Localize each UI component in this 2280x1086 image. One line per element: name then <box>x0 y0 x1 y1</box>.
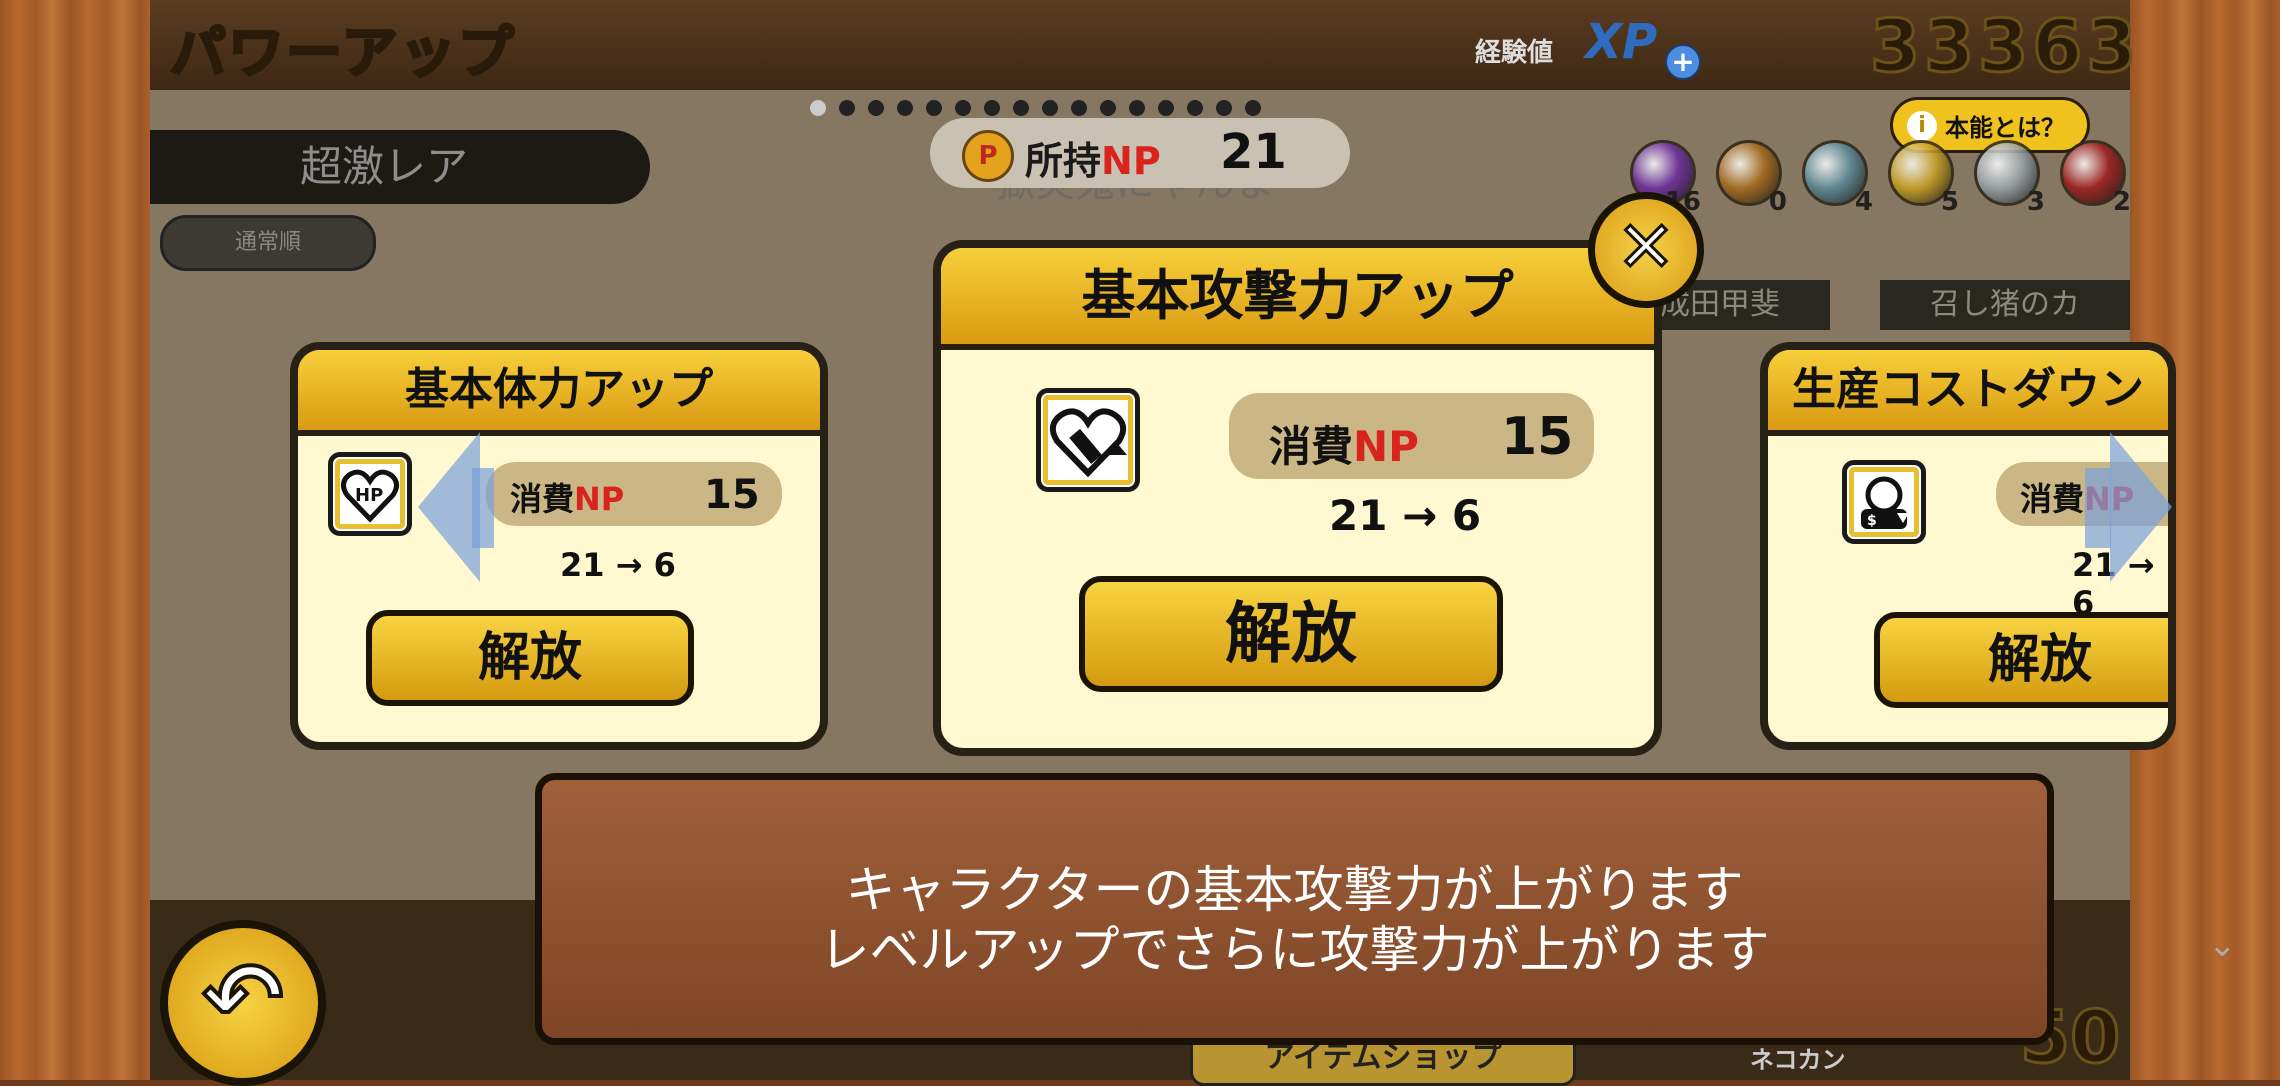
card-title: 基本攻撃力アップ <box>941 248 1654 350</box>
page-dot <box>810 100 826 116</box>
cost-label-text: 消費 <box>1269 422 1354 471</box>
chevron-down-icon: ⌄ <box>2208 925 2237 965</box>
page-dot <box>1129 100 1145 116</box>
page-dot <box>1216 100 1232 116</box>
close-icon[interactable]: ✕ <box>1588 192 1704 308</box>
orb-count: 4 <box>1854 187 1873 217</box>
talent-orbs: 16 0 4 5 3 2 <box>1630 140 2131 217</box>
cost-value: 15 <box>1501 407 1574 467</box>
attack-heart-sword-icon <box>1036 388 1140 492</box>
np-coin-icon: P <box>962 130 1014 182</box>
cost-pill: 消費NP 15 <box>486 462 782 526</box>
back-arrow-icon[interactable]: ↶ <box>160 920 326 1086</box>
np-transition: 21 → 6 <box>560 546 676 584</box>
release-button-hp[interactable]: 解放 <box>366 610 694 706</box>
page-dot <box>984 100 1000 116</box>
orb-count: 3 <box>2026 187 2045 217</box>
xp-badge: XP <box>1585 14 1658 70</box>
talent-orb: 4 <box>1802 140 1873 217</box>
description-line-2: レベルアップでさらに攻撃力が上がります <box>819 921 1770 979</box>
hp-heart-icon: HP <box>328 452 412 536</box>
cost-pill: 消費NP 15 <box>1229 393 1594 479</box>
talent-card-hp[interactable]: 基本体力アップ HP 消費NP 15 21 → 6 解放 <box>290 342 828 750</box>
page-dot <box>955 100 971 116</box>
rarity-label: 超激レア <box>150 130 650 204</box>
card-title: 基本体力アップ <box>298 350 820 436</box>
owned-np-display: P 所持NP 21 <box>930 118 1350 188</box>
orb-count: 0 <box>1768 187 1787 217</box>
card-title: 生産コストダウン <box>1768 350 2168 436</box>
orb-count: 2 <box>2112 187 2131 217</box>
description-box: キャラクターの基本攻撃力が上がります レベルアップでさらに攻撃力が上がります <box>535 773 2054 1045</box>
release-button-cost[interactable]: 解放 <box>1874 612 2168 708</box>
page-dot <box>1187 100 1203 116</box>
page-dot <box>1042 100 1058 116</box>
wood-frame-left <box>0 0 156 1080</box>
header-bar: パワーアップ 経験値 XP + 33363 <box>150 0 2138 90</box>
owned-np-label: 所持NP <box>1025 130 1161 185</box>
talent-card-attack[interactable]: 基本攻撃力アップ 消費NP 15 21 → 6 解放 <box>933 240 1662 756</box>
adjacent-unit-name-2: 召し猪のカ <box>1880 280 2130 330</box>
np-transition: 21 → 6 <box>1329 491 1482 540</box>
page-dot <box>868 100 884 116</box>
cost-np: NP <box>574 480 625 518</box>
previous-arrow-tail <box>472 468 494 548</box>
next-arrow-tail <box>2085 468 2111 548</box>
neko-can-label: ネコカン <box>1750 1046 1846 1074</box>
cost-label: 消費NP <box>1269 413 1419 474</box>
page-title: パワーアップ <box>169 20 516 88</box>
page-dot <box>1071 100 1087 116</box>
owned-np-prefix: 所持 <box>1025 139 1102 183</box>
svg-text:$: $ <box>1867 513 1877 529</box>
talent-orb: 3 <box>1974 140 2045 217</box>
talent-orb: 5 <box>1888 140 1959 217</box>
page-dot <box>1013 100 1029 116</box>
talent-orb: 2 <box>2060 140 2131 217</box>
next-arrow-icon[interactable] <box>2110 432 2172 582</box>
page-dot <box>1158 100 1174 116</box>
cost-label: 消費NP <box>510 474 624 520</box>
page-dot <box>1100 100 1116 116</box>
release-button-attack[interactable]: 解放 <box>1079 576 1503 692</box>
instinct-info-label: 本能とは？ <box>1945 114 2065 142</box>
game-screen: パワーアップ 経験値 XP + 33363 超激レア 通常順 獄炎鬼にゃんま 武… <box>150 0 2237 1086</box>
cost-np: NP <box>1353 422 1419 471</box>
page-dot <box>897 100 913 116</box>
xp-plus-icon[interactable]: + <box>1665 44 1701 80</box>
np-text: NP <box>1101 139 1161 183</box>
page-dot <box>926 100 942 116</box>
cost-value: 15 <box>704 472 760 518</box>
page-indicator <box>810 100 1261 116</box>
cost-down-icon: $ <box>1842 460 1926 544</box>
page-dot <box>1245 100 1261 116</box>
orb-count: 5 <box>1940 187 1959 217</box>
cost-label-text: 消費 <box>2020 480 2085 518</box>
cost-label-text: 消費 <box>510 480 575 518</box>
owned-np-value: 21 <box>1220 124 1287 180</box>
talent-orb: 0 <box>1716 140 1787 217</box>
page-dot <box>839 100 855 116</box>
svg-text:HP: HP <box>355 485 383 506</box>
xp-label: 経験値 <box>1475 38 1554 68</box>
info-icon: i <box>1907 111 1937 141</box>
xp-value: 33363 <box>1869 3 2141 90</box>
previous-arrow-icon[interactable] <box>418 432 480 582</box>
sort-order-button: 通常順 <box>160 215 376 271</box>
